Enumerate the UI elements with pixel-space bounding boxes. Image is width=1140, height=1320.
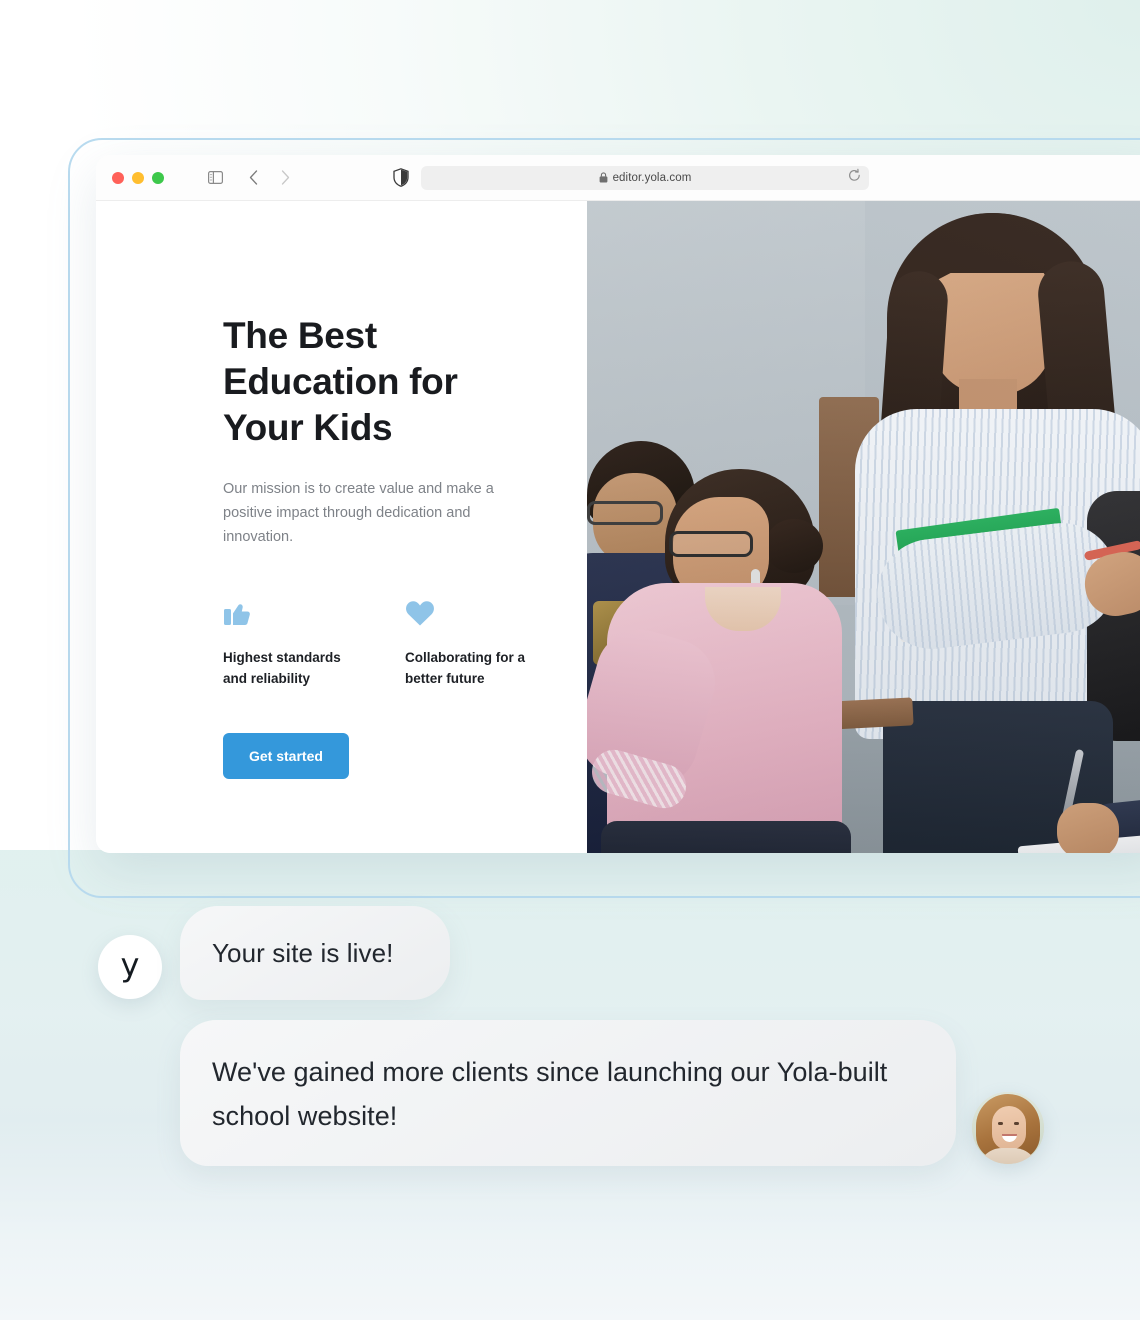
chat-bubble-testimonial: We've gained more clients since launchin…: [180, 1020, 956, 1166]
photo-overlay: [587, 201, 1140, 853]
chat-bubble-site-live: Your site is live!: [180, 906, 450, 1000]
headline-line-1: The Best: [223, 315, 377, 356]
browser-titlebar: editor.yola.com: [96, 155, 1140, 201]
url-bar[interactable]: editor.yola.com: [421, 165, 869, 190]
feature-label: Highest standards and reliability: [223, 650, 341, 686]
close-window-button[interactable]: [112, 171, 124, 184]
page-title: The Best Education for Your Kids: [223, 313, 553, 451]
feature-item-collaboration: Collaborating for a better future: [405, 595, 547, 689]
chevron-right-icon[interactable]: [272, 165, 298, 191]
avatar-eye-left: [998, 1122, 1003, 1125]
chat-message-text: Your site is live!: [212, 937, 394, 968]
browser-window: editor.yola.com The Best Education for Y…: [96, 155, 1140, 853]
avatar-face: [992, 1106, 1026, 1150]
get-started-button[interactable]: Get started: [223, 733, 349, 779]
minimize-window-button[interactable]: [132, 171, 144, 184]
headline-line-2: Education for: [223, 361, 458, 402]
browser-nav-controls[interactable]: [202, 165, 298, 191]
feature-list: Highest standards and reliability Collab…: [223, 595, 553, 689]
url-text: editor.yola.com: [612, 171, 692, 184]
shield-icon[interactable]: [393, 168, 409, 187]
url-content: editor.yola.com: [599, 172, 692, 184]
thumbs-up-icon: [223, 595, 365, 627]
feature-label: Collaborating for a better future: [405, 650, 526, 686]
hero-paragraph: Our mission is to create value and make …: [223, 481, 494, 545]
chat-message-text: We've gained more clients since launchin…: [212, 1057, 888, 1131]
sidebar-toggle-icon[interactable]: [202, 165, 228, 191]
brand-avatar: y: [98, 935, 162, 999]
headline-line-3: Your Kids: [223, 407, 393, 448]
lock-icon: [599, 172, 607, 183]
website-page: The Best Education for Your Kids Our mis…: [96, 201, 1140, 853]
heart-icon: [405, 595, 547, 627]
hero-copy: The Best Education for Your Kids Our mis…: [223, 313, 553, 779]
feature-item-standards: Highest standards and reliability: [223, 595, 365, 689]
hero-photo: [587, 201, 1140, 853]
window-controls[interactable]: [112, 171, 164, 184]
avatar: [972, 1092, 1044, 1164]
hero-text-column: The Best Education for Your Kids Our mis…: [96, 201, 587, 853]
zoom-window-button[interactable]: [152, 171, 164, 184]
chevron-left-icon[interactable]: [240, 165, 266, 191]
reload-icon[interactable]: [848, 168, 861, 187]
avatar-eye-right: [1014, 1122, 1019, 1125]
brand-avatar-letter: y: [120, 946, 140, 984]
